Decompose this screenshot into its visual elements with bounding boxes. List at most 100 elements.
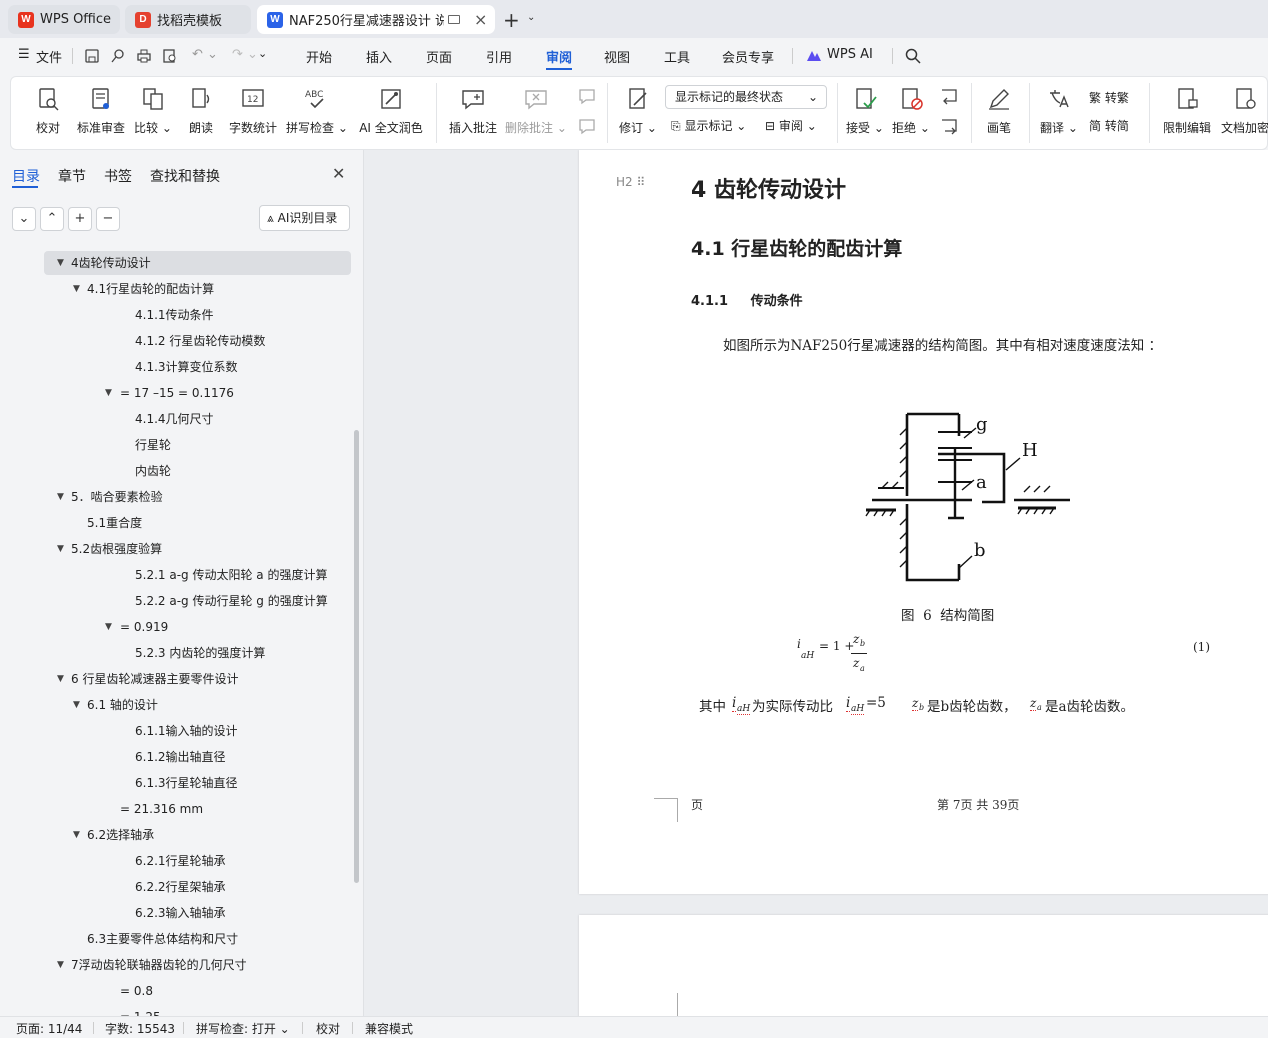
proofread-button[interactable]: 校对: [25, 77, 71, 149]
toc-item[interactable]: = 17 –15 = 0.1176: [120, 381, 234, 405]
chevron-down-icon[interactable]: ⌄: [527, 12, 535, 23]
toc-item[interactable]: 4齿轮传动设计: [71, 251, 151, 275]
redo-icon[interactable]: ↷ ⌄: [232, 47, 258, 62]
undo-icon[interactable]: ↶ ⌄: [192, 47, 218, 62]
remove-heading-icon[interactable]: −: [96, 207, 120, 231]
toc-item[interactable]: 4.1.3计算变位系数: [135, 355, 238, 379]
menu-file[interactable]: 文件: [36, 47, 62, 66]
reject-button[interactable]: 拒绝 ⌄: [891, 77, 931, 149]
tab-wps-office[interactable]: W WPS Office: [8, 5, 120, 34]
menu-home[interactable]: 开始: [306, 47, 332, 66]
new-tab-icon[interactable]: +: [503, 8, 520, 32]
add-heading-icon[interactable]: +: [68, 207, 92, 231]
print-preview-icon[interactable]: [162, 48, 178, 64]
read-aloud-button[interactable]: 朗读: [179, 77, 223, 149]
expand-triangle-icon[interactable]: ▼: [57, 544, 64, 554]
toc-item[interactable]: 6.2选择轴承: [87, 823, 154, 847]
tab-chapters[interactable]: 章节: [58, 166, 86, 186]
body-paragraph[interactable]: 如图所示为NAF250行星减速器的结构简图。其中有相对速度速度法知 ：: [723, 334, 1162, 354]
to-traditional-button[interactable]: 繁 转繁: [1089, 89, 1129, 106]
toc-item[interactable]: 5．啮合要素检验: [71, 485, 163, 509]
pen-button[interactable]: 画笔: [979, 77, 1019, 149]
close-panel-icon[interactable]: ✕: [332, 164, 345, 183]
print-icon[interactable]: [136, 48, 152, 64]
menu-references[interactable]: 引用: [486, 47, 512, 66]
formula-1[interactable]: i aH = 1 + z b z a: [791, 632, 881, 680]
toc-item[interactable]: 5.1重合度: [87, 511, 142, 535]
toc-item[interactable]: 6.1.2输出轴直径: [135, 745, 226, 769]
ai-toc-button[interactable]: ⩓ AI识别目录: [259, 205, 350, 231]
toc-item[interactable]: 6.2.1行星轮轴承: [135, 849, 226, 873]
word-count[interactable]: 字数: 15543: [105, 1020, 175, 1037]
toc-item[interactable]: = 1.25: [120, 1005, 161, 1016]
variable-description[interactable]: 其中 i aH 为实际传动比 i aH =5 z b 是b齿轮齿数， z a 是…: [699, 693, 1259, 717]
tab-templates[interactable]: D 找稻壳模板: [125, 5, 251, 34]
heading-3[interactable]: 4.1.1 传动条件: [691, 290, 803, 309]
toc-item[interactable]: 6 行星齿轮减速器主要零件设计: [71, 667, 238, 691]
toc-item[interactable]: = 21.316 mm: [120, 797, 203, 821]
track-changes-button[interactable]: 修订 ⌄: [615, 77, 661, 149]
word-count-button[interactable]: 12 字数统计: [225, 77, 281, 149]
export-icon[interactable]: [110, 48, 126, 64]
expand-triangle-icon[interactable]: ▼: [57, 258, 64, 268]
tab-document[interactable]: W NAF250行星减速器设计 说明 ×: [257, 5, 495, 34]
menu-page[interactable]: 页面: [426, 47, 452, 66]
encrypt-button[interactable]: 文档加密: [1217, 77, 1268, 149]
page-indicator[interactable]: 页面: 11/44: [16, 1020, 82, 1037]
heading-2[interactable]: 4.1 行星齿轮的配齿计算: [691, 234, 902, 261]
menu-insert[interactable]: 插入: [366, 47, 392, 66]
accept-button[interactable]: 接受 ⌄: [845, 77, 885, 149]
toc-item[interactable]: 5.2.1 a-g 传动太阳轮 a 的强度计算: [135, 563, 327, 587]
toc-scrollbar[interactable]: [354, 430, 359, 883]
expand-triangle-icon[interactable]: ▼: [57, 492, 64, 502]
close-tab-icon[interactable]: ×: [474, 10, 487, 29]
more-chevron-icon[interactable]: ⌄: [258, 47, 267, 60]
toc-item[interactable]: 5.2.2 a-g 传动行星轮 g 的强度计算: [135, 589, 328, 613]
toc-item[interactable]: 4.1.1传动条件: [135, 303, 214, 327]
restrict-edit-button[interactable]: 限制编辑: [1159, 77, 1215, 149]
spell-check-status[interactable]: 拼写检查: 打开 ⌄: [196, 1020, 290, 1037]
menu-review[interactable]: 审阅: [546, 47, 572, 66]
markup-state-select[interactable]: 显示标记的最终状态 ⌄: [665, 85, 827, 109]
insert-comment-button[interactable]: 插入批注: [445, 77, 501, 149]
menu-membership[interactable]: 会员专享: [722, 47, 774, 66]
expand-triangle-icon[interactable]: ▼: [105, 388, 112, 398]
collapse-icon[interactable]: ⌄: [12, 207, 36, 231]
tab-toc[interactable]: 目录: [12, 166, 40, 186]
toc-item[interactable]: 6.1.1输入轴的设计: [135, 719, 238, 743]
menu-tools[interactable]: 工具: [664, 47, 690, 66]
standard-review-button[interactable]: 标准审查: [75, 77, 127, 149]
spell-check-button[interactable]: ABC 拼写检查 ⌄: [285, 77, 349, 149]
next-comment-icon[interactable]: [577, 117, 597, 135]
expand-triangle-icon[interactable]: ▼: [57, 674, 64, 684]
toc-item[interactable]: 内齿轮: [135, 459, 171, 483]
toc-item[interactable]: 行星轮: [135, 433, 171, 457]
next-change-icon[interactable]: [939, 117, 959, 135]
toc-item[interactable]: = 0.919: [120, 615, 168, 639]
compare-button[interactable]: 比较 ⌄: [131, 77, 175, 149]
toc-item[interactable]: = 0.8: [120, 979, 153, 1003]
previous-change-icon[interactable]: [939, 87, 959, 105]
expand-icon[interactable]: ⌃: [40, 207, 64, 231]
menu-view[interactable]: 视图: [604, 47, 630, 66]
ai-polish-button[interactable]: AI 全文润色: [355, 77, 427, 149]
toc-item[interactable]: 4.1行星齿轮的配齿计算: [87, 277, 214, 301]
tab-bookmarks[interactable]: 书签: [104, 166, 132, 186]
toc-item[interactable]: 5.2.3 内齿轮的强度计算: [135, 641, 265, 665]
toc-item[interactable]: 4.1.2 行星齿轮传动模数: [135, 329, 265, 353]
expand-triangle-icon[interactable]: ▼: [73, 830, 80, 840]
search-icon[interactable]: [905, 48, 921, 64]
review-pane-button[interactable]: ⊟ 审阅 ⌄: [765, 117, 817, 134]
toc-item[interactable]: 6.3主要零件总体结构和尺寸: [87, 927, 238, 951]
delete-comment-button[interactable]: 删除批注 ⌄: [505, 77, 567, 149]
toc-item[interactable]: 4.1.4几何尺寸: [135, 407, 214, 431]
show-markup-button[interactable]: ⎘ 显示标记 ⌄: [671, 117, 746, 134]
expand-triangle-icon[interactable]: ▼: [73, 700, 80, 710]
toc-item[interactable]: 6.1 轴的设计: [87, 693, 158, 717]
expand-triangle-icon[interactable]: ▼: [73, 284, 80, 294]
translate-button[interactable]: 翻译 ⌄: [1037, 77, 1081, 149]
drag-handle-icon[interactable]: ⠿: [637, 175, 646, 189]
heading-1[interactable]: 4 齿轮传动设计: [691, 172, 846, 204]
toc-item[interactable]: 7浮动齿轮联轴器齿轮的几何尺寸: [71, 953, 247, 977]
previous-comment-icon[interactable]: [577, 87, 597, 105]
